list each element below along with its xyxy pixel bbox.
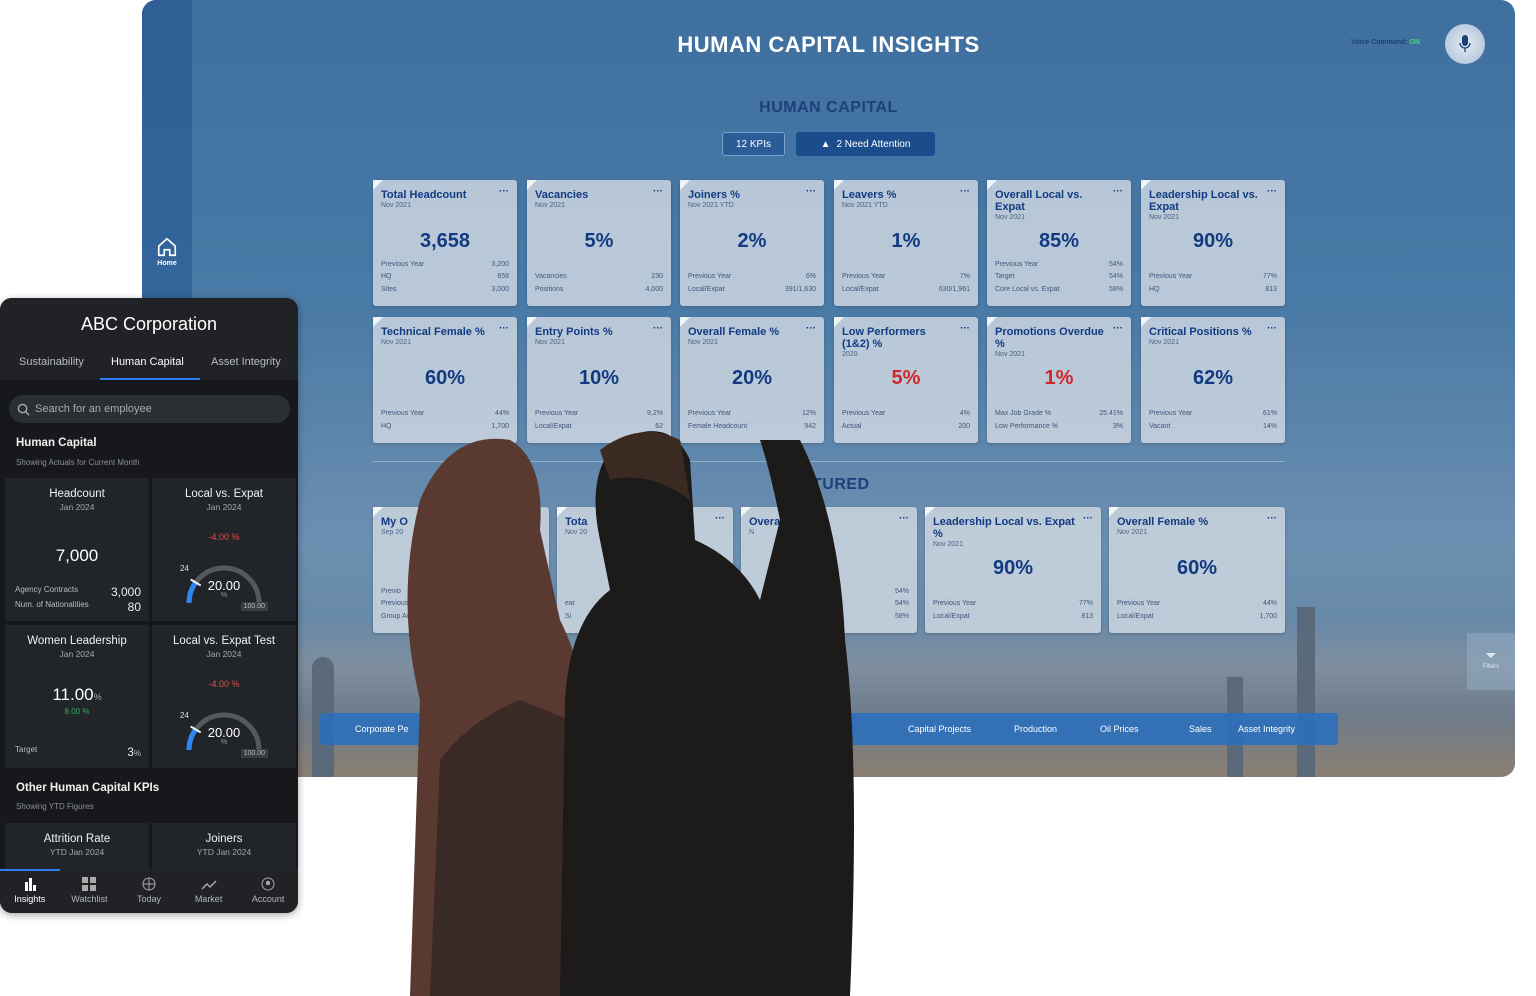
tab-sustainability[interactable]: Sustainability bbox=[19, 356, 84, 368]
tab-human-capital[interactable]: Human Capital bbox=[111, 356, 184, 368]
active-tab-indicator bbox=[0, 869, 60, 871]
employee-search-input[interactable]: Search for an employee bbox=[9, 395, 290, 423]
globe-icon bbox=[119, 877, 179, 891]
app-title: ABC Corporation bbox=[80, 314, 218, 334]
local-vs-expat-tile[interactable]: Local vs. Expat Jan 2024 -4.00 % 24 20.00… bbox=[152, 478, 296, 621]
active-tab-indicator bbox=[100, 378, 200, 380]
women-leadership-tile[interactable]: Women Leadership Jan 2024 11.00% 8.00 % T… bbox=[5, 625, 149, 768]
attrition-rate-tile[interactable]: Attrition Rate YTD Jan 2024 bbox=[5, 823, 149, 873]
joiners-tile[interactable]: Joiners YTD Jan 2024 bbox=[152, 823, 296, 873]
tab-watchlist[interactable]: Watchlist bbox=[60, 869, 120, 913]
account-icon bbox=[238, 877, 298, 891]
trend-icon bbox=[179, 877, 239, 891]
tab-account[interactable]: Account bbox=[238, 869, 298, 913]
grid-icon bbox=[60, 877, 120, 891]
tab-asset-integrity[interactable]: Asset Integrity bbox=[211, 356, 281, 368]
headcount-tile[interactable]: Headcount Jan 2024 7,000 Agency Contracts… bbox=[5, 478, 149, 621]
bar-chart-icon bbox=[0, 877, 60, 891]
section-title: Human Capital bbox=[16, 437, 97, 449]
search-icon bbox=[17, 403, 30, 416]
section-subtitle: Showing Actuals for Current Month bbox=[16, 458, 140, 467]
mobile-app: ABC Corporation Sustainability Human Cap… bbox=[0, 298, 298, 913]
section-subtitle: Showing YTD Figures bbox=[16, 802, 94, 811]
tab-today[interactable]: Today bbox=[119, 869, 179, 913]
tab-bar: Insights Watchlist Today Market Account bbox=[0, 869, 298, 913]
tab-insights[interactable]: Insights bbox=[0, 869, 60, 913]
local-vs-expat-test-tile[interactable]: Local vs. Expat Test Jan 2024 -4.00 % 24 … bbox=[152, 625, 296, 768]
gauge bbox=[186, 712, 262, 751]
section-title: Other Human Capital KPIs bbox=[16, 782, 160, 794]
gauge bbox=[186, 565, 262, 604]
tab-market[interactable]: Market bbox=[179, 869, 239, 913]
